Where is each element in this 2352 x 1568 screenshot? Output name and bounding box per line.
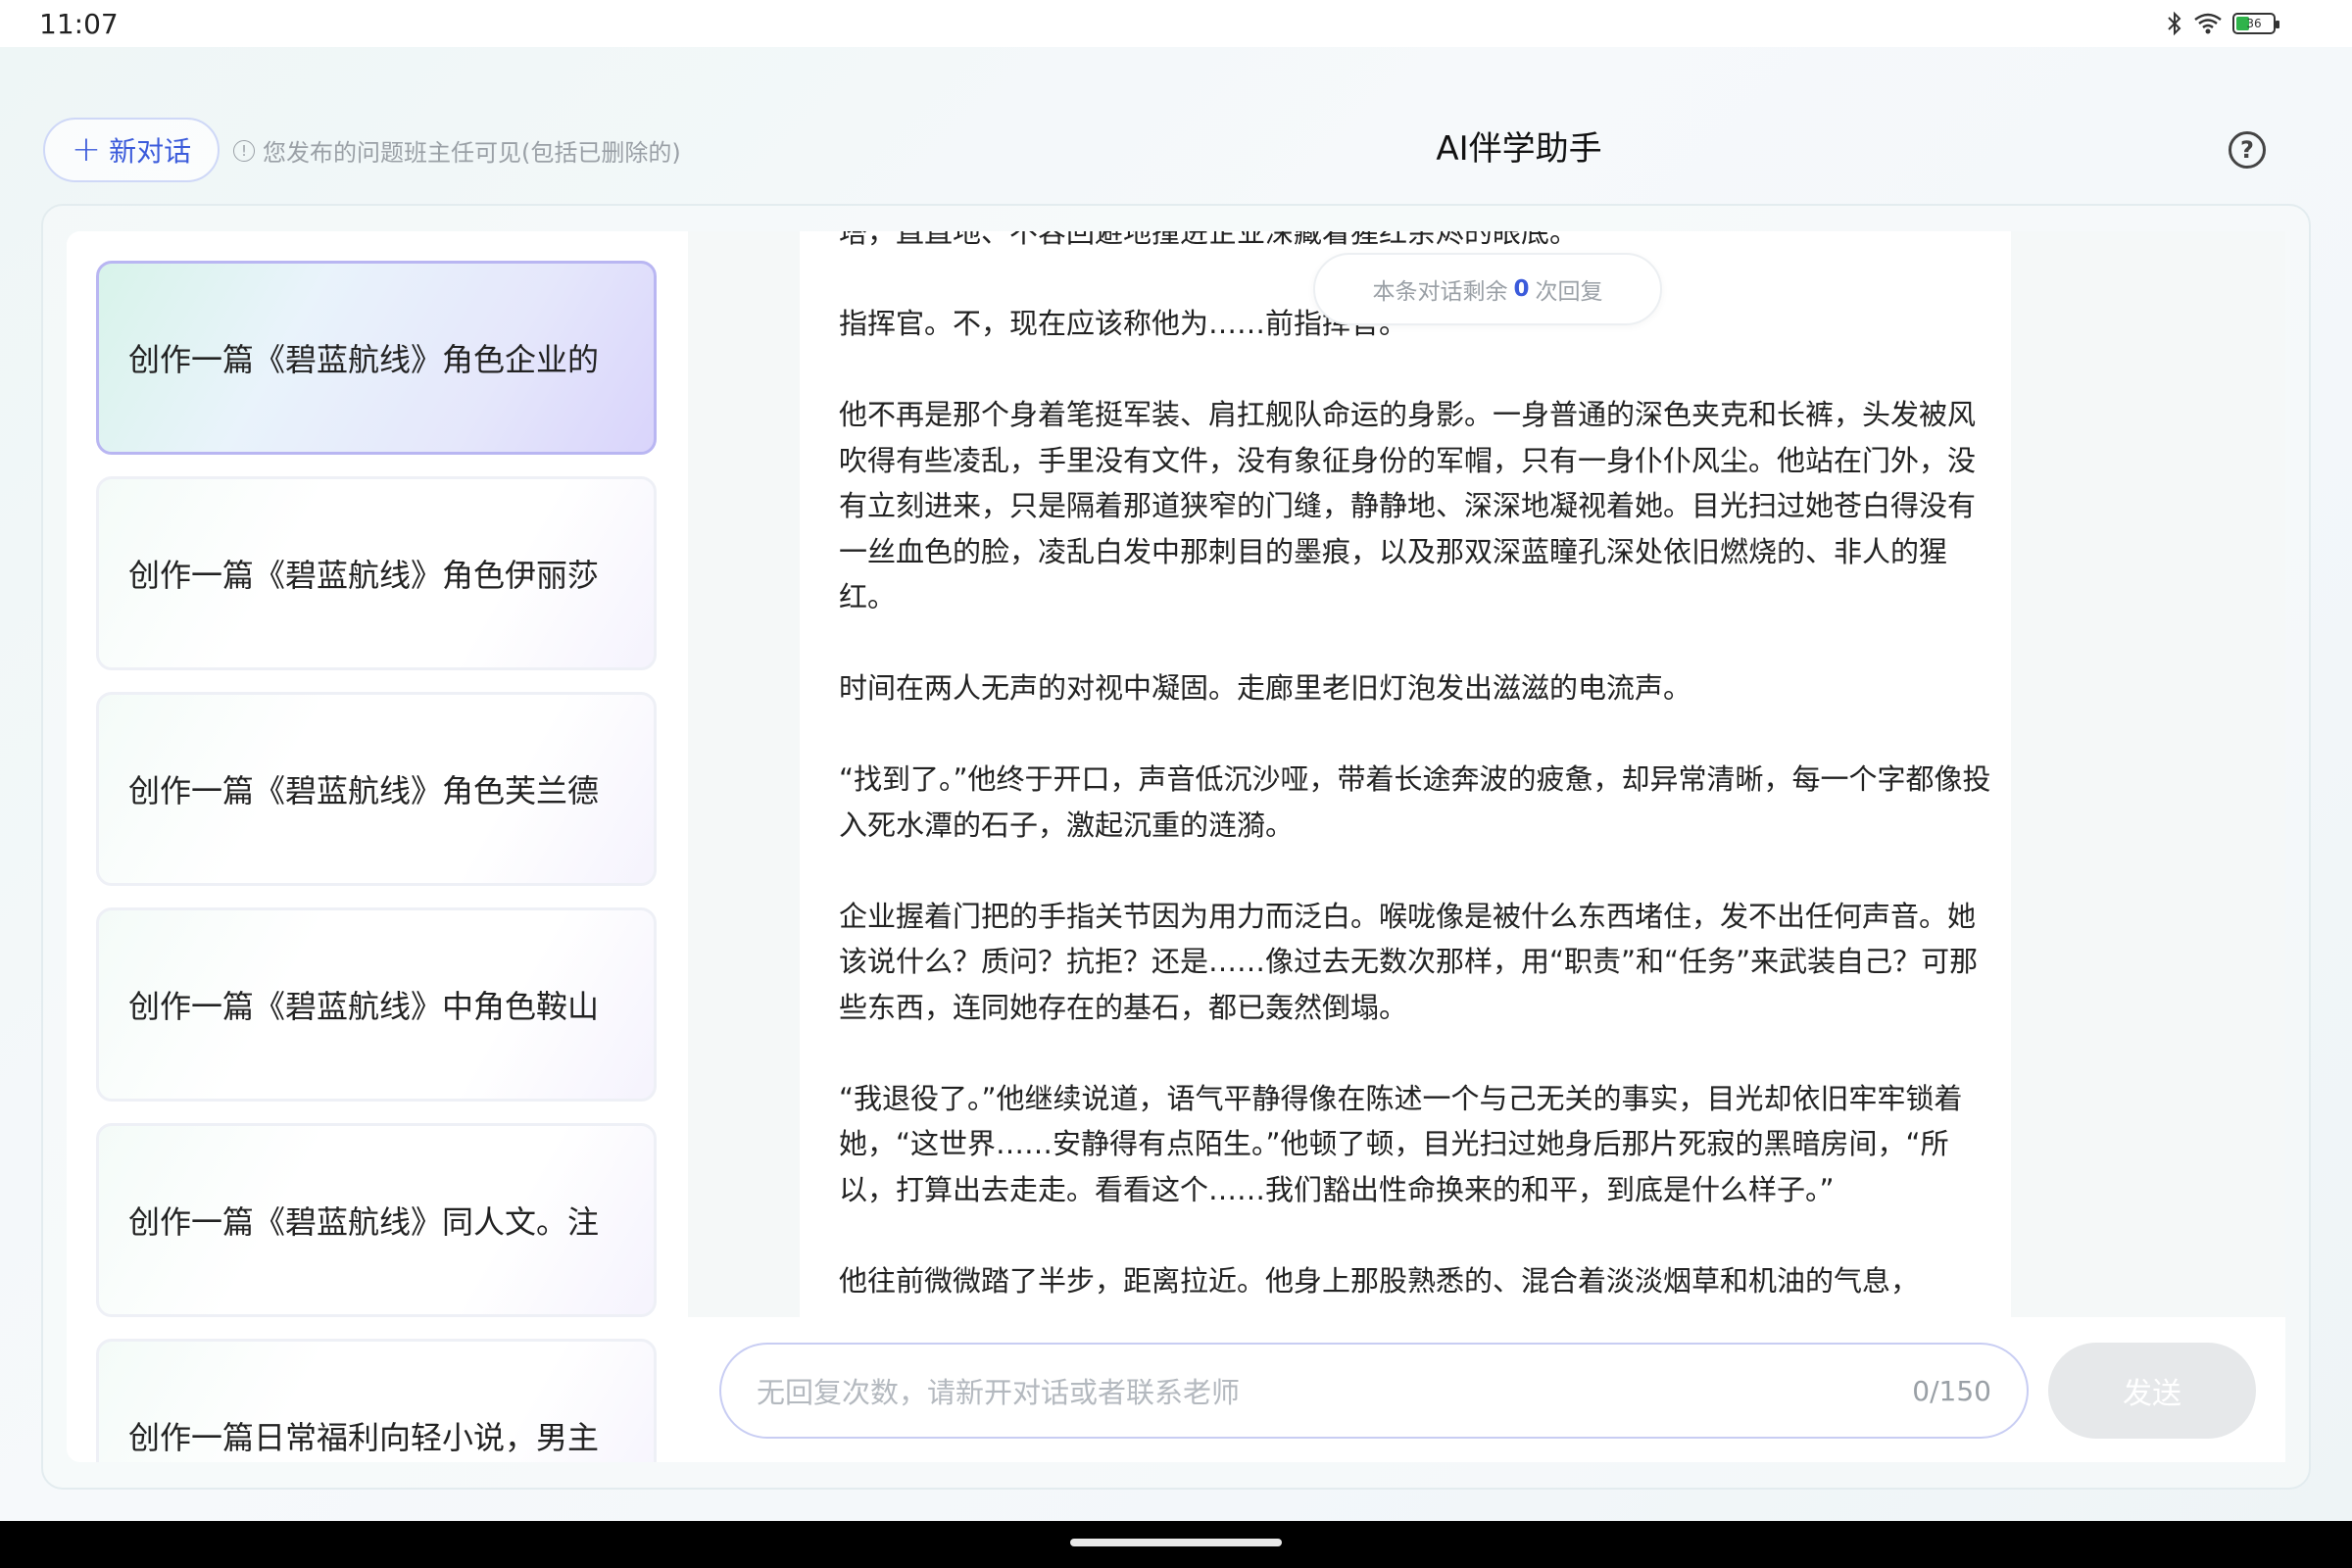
status-icons: 36 (2166, 10, 2279, 37)
conversation-list[interactable]: 创作一篇《碧蓝航线》角色企业的 创作一篇《碧蓝航线》角色伊丽莎 创作一篇《碧蓝航… (67, 231, 688, 1462)
remaining-replies-badge: 本条对话剩余 0 次回复 (1313, 253, 1662, 325)
remaining-prefix: 本条对话剩余 (1372, 279, 1508, 305)
message-paragraph: 时间在两人无声的对视中凝固。走廊里老旧灯泡发出滋滋的电流声。 (839, 671, 1692, 705)
input-placeholder: 无回复次数，请新开对话或者联系老师 (757, 1376, 1241, 1409)
wifi-icon (2193, 12, 2223, 35)
remaining-suffix: 次回复 (1535, 279, 1603, 305)
conversation-item[interactable]: 创作一篇《碧蓝航线》同人文。注 (96, 1123, 657, 1317)
conversation-item[interactable]: 创作一篇《碧蓝航线》角色伊丽莎 (96, 476, 657, 670)
conversation-title: 创作一篇日常福利向轻小说，男主 (128, 1419, 600, 1456)
conversation-item[interactable]: 创作一篇《碧蓝航线》角色企业的 (96, 261, 657, 455)
conversation-title: 创作一篇《碧蓝航线》角色伊丽莎 (128, 557, 600, 594)
conversation-title: 创作一篇《碧蓝航线》中角色鞍山 (128, 988, 600, 1025)
send-button[interactable]: 发送 (2048, 1343, 2256, 1439)
battery-icon: 36 (2232, 13, 2279, 34)
conversation-title: 创作一篇《碧蓝航线》同人文。注 (128, 1203, 600, 1241)
home-indicator[interactable] (1070, 1539, 1282, 1546)
char-counter: 0/150 (1912, 1374, 1991, 1407)
message-paragraph: 企业握着门把的手指关节因为用力而泛白。喉咙像是被什么东西堵住，发不出任何声音。她… (839, 899, 1979, 1024)
help-icon[interactable]: ? (2229, 131, 2266, 169)
message-input[interactable]: 无回复次数，请新开对话或者联系老师 0/150 (719, 1343, 2029, 1439)
message-paragraph: 塔，直直地、不容回避地撞进企业深藏着猩红余烬的眼底。 (839, 231, 1579, 249)
navigation-bar (0, 1521, 2352, 1568)
status-time: 11:07 (39, 8, 119, 40)
bluetooth-icon (2166, 11, 2183, 36)
notice-text: 您发布的问题班主任可见(包括已删除的) (263, 139, 681, 167)
info-icon: ! (233, 139, 255, 162)
new-chat-button[interactable]: + 新对话 (43, 118, 220, 182)
conversation-item[interactable]: 创作一篇日常福利向轻小说，男主 (96, 1339, 657, 1462)
battery-level: 36 (2246, 17, 2262, 30)
visibility-notice: ! 您发布的问题班主任可见(包括已删除的) (233, 133, 681, 168)
message-paragraph: “找到了。”他终于开口，声音低沉沙哑，带着长途奔波的疲惫，却异常清晰，每一个字都… (839, 762, 1991, 842)
conversation-item[interactable]: 创作一篇《碧蓝航线》中角色鞍山 (96, 907, 657, 1102)
conversation-title: 创作一篇《碧蓝航线》角色芙兰德 (128, 772, 600, 809)
conversation-item[interactable]: 创作一篇《碧蓝航线》角色芙兰德 (96, 692, 657, 886)
message-paragraph: 他往前微微踏了半步，距离拉近。他身上那股熟悉的、混合着淡淡烟草和机油的气息， (839, 1263, 1920, 1298)
chat-message-card[interactable]: 塔，直直地、不容回避地撞进企业深藏着猩红余烬的眼底。 指挥官。不，现在应该称他为… (800, 231, 2011, 1317)
page-title: AI伴学助手 (1436, 129, 1602, 169)
message-paragraph: 他不再是那个身着笔挺军装、肩扛舰队命运的身影。一身普通的深色夹克和长裤，头发被风… (839, 398, 1977, 613)
plus-icon: + (71, 129, 102, 170)
message-paragraph: “我退役了。”他继续说道，语气平静得像在陈述一个与己无关的事实，目光却依旧牢牢锁… (839, 1081, 1963, 1206)
conversation-title: 创作一篇《碧蓝航线》角色企业的 (128, 341, 600, 378)
ai-response-text: 塔，直直地、不容回避地撞进企业深藏着猩红余烬的眼底。 指挥官。不，现在应该称他为… (839, 231, 1995, 1317)
status-bar: 11:07 36 (0, 0, 2352, 47)
remaining-count: 0 (1513, 276, 1530, 302)
new-chat-label: 新对话 (109, 135, 192, 168)
